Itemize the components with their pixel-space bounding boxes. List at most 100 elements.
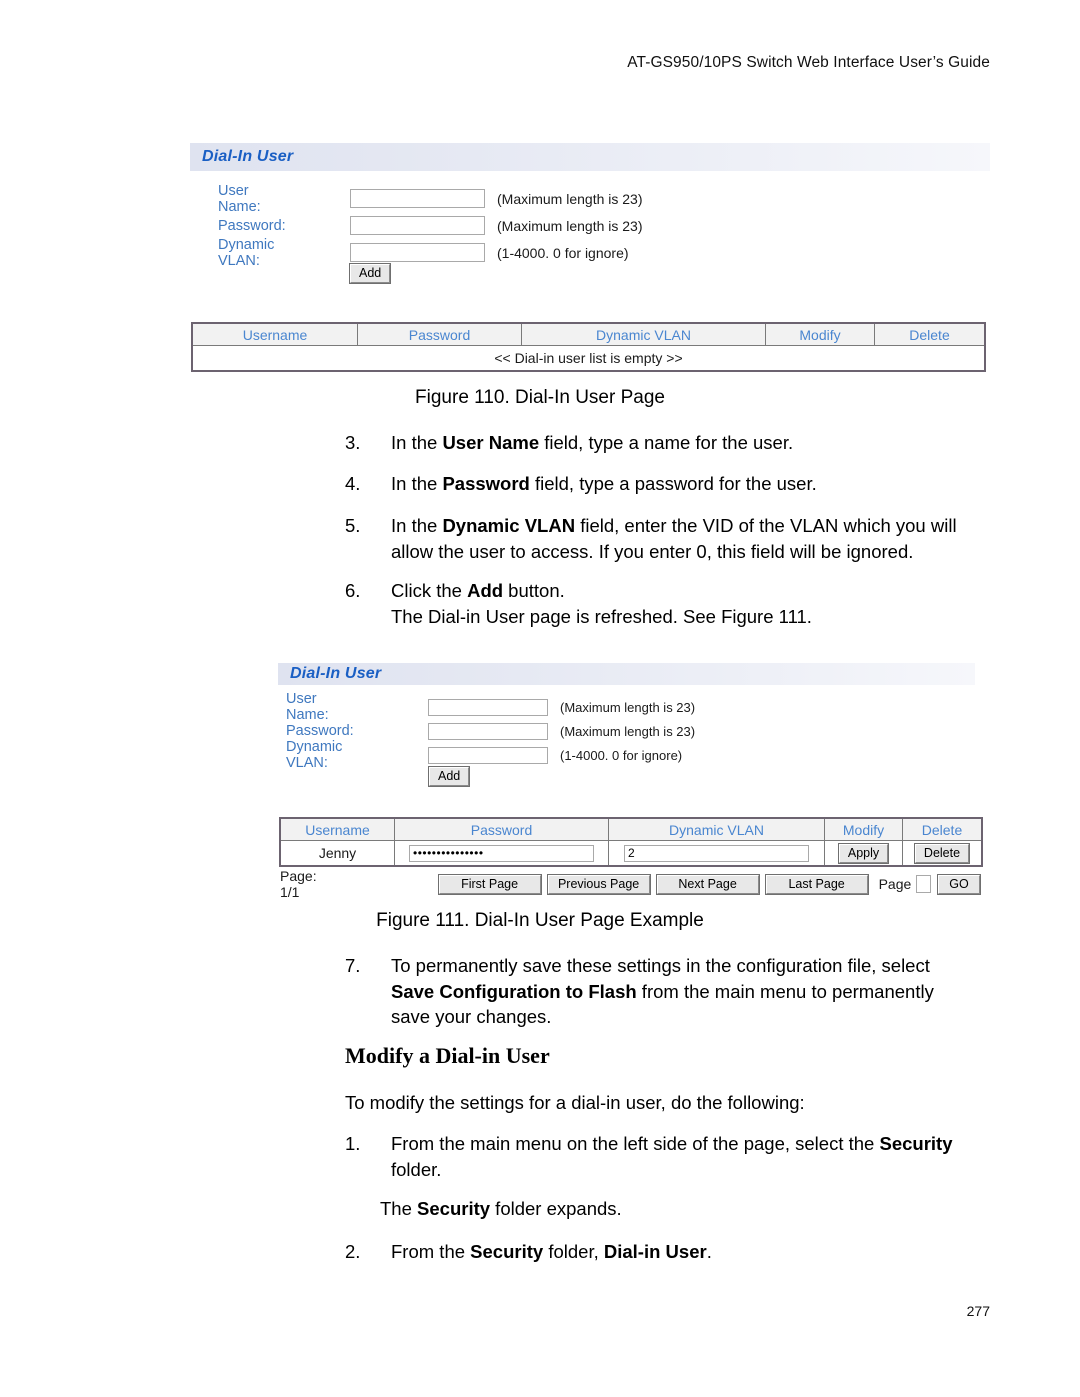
dynamic-vlan-input[interactable] (350, 243, 485, 262)
form-row-password: Password: (Maximum length is 23) (286, 722, 696, 740)
pagination-bar: Page: 1/1 First Page Previous Page Next … (280, 868, 981, 900)
step-5-a: In the (391, 515, 443, 536)
step-5: 5. In the Dynamic VLAN field, enter the … (345, 513, 1010, 564)
running-header: AT-GS950/10PS Switch Web Interface User’… (627, 54, 990, 71)
result-bold: Security (417, 1198, 491, 1219)
modify-step-2-bold1: Security (470, 1241, 544, 1262)
col-delete: Delete (874, 322, 986, 346)
apply-button[interactable]: Apply (837, 842, 890, 864)
dial-in-user-panel-110: Dial-In User User Name: (Maximum length … (190, 143, 990, 284)
result-c: folder expands. (490, 1198, 622, 1219)
modify-step-2-text: From the Security folder, Dial-in User. (391, 1239, 1010, 1265)
step-6-number: 6. (345, 580, 361, 601)
table-header-row: Username Password Dynamic VLAN Modify De… (279, 817, 983, 841)
figure-111-caption: Figure 111. Dial-In User Page Example (376, 910, 704, 931)
modify-step-2-number: 2. (345, 1241, 361, 1262)
figure-110-caption: Figure 110. Dial-In User Page (415, 387, 665, 408)
step-5-text: In the Dynamic VLAN field, enter the VID… (391, 513, 1010, 564)
user-name-hint: (Maximum length is 23) (497, 190, 643, 207)
add-button-row: Add (427, 766, 471, 787)
step-3-c: field, type a name for the user. (539, 432, 794, 453)
step-4-text: In the Password field, type a password f… (391, 471, 1005, 497)
first-page-button[interactable]: First Page (437, 873, 542, 895)
dial-in-user-form: User Name: (Maximum length is 23) Passwo… (278, 685, 975, 787)
password-cell-input[interactable]: ••••••••••••••• (409, 844, 594, 862)
dynamic-vlan-hint: (1-4000. 0 for ignore) (560, 747, 683, 763)
modify-step-1: 1. From the main menu on the left side o… (345, 1131, 1010, 1182)
page-status: Page: 1/1 (280, 868, 317, 900)
previous-page-button[interactable]: Previous Page (546, 873, 651, 895)
step-5-bold: Dynamic VLAN (442, 515, 576, 536)
user-name-input[interactable] (350, 189, 485, 208)
table-header-row: Username Password Dynamic VLAN Modify De… (191, 322, 986, 346)
step-7-a: To permanently save these settings in th… (391, 955, 930, 976)
col-username: Username (279, 817, 395, 841)
page-jump-input[interactable] (916, 875, 931, 893)
form-row-username: User Name: (Maximum length is 23) (218, 182, 643, 215)
empty-list-message: << Dial-in user list is empty >> (191, 345, 986, 372)
step-5-line2: allow the user to access. If you enter 0… (391, 540, 914, 562)
step-3-number: 3. (345, 432, 361, 453)
modify-step-2-a: From the (391, 1241, 471, 1262)
step-7-text: To permanently save these settings in th… (391, 953, 1015, 1030)
section-heading-modify: Modify a Dial-in User (345, 1043, 550, 1068)
col-password: Password (394, 817, 609, 841)
step-3: 3. In the User Name field, type a name f… (345, 430, 1005, 456)
dial-in-user-form: User Name: (Maximum length is 23) Passwo… (190, 171, 990, 284)
step-3-bold: User Name (442, 432, 540, 453)
step-5-number: 5. (345, 515, 361, 536)
step-4-a: In the (391, 473, 443, 494)
form-row-password: Password: (Maximum length is 23) (218, 216, 643, 235)
modify-step-1-a: From the main menu on the left side of t… (391, 1133, 880, 1154)
user-name-input[interactable] (428, 698, 548, 716)
modify-step-1-text: From the main menu on the left side of t… (391, 1131, 1010, 1182)
add-button[interactable]: Add (348, 263, 392, 284)
next-page-button[interactable]: Next Page (655, 873, 760, 895)
step-6-bold: Add (467, 580, 504, 601)
user-name-hint: (Maximum length is 23) (560, 699, 696, 715)
page-number: 277 (966, 1303, 990, 1319)
step-7-bold: Save Configuration to Flash (391, 980, 637, 1002)
cell-delete: Delete (902, 840, 983, 867)
go-button[interactable]: GO (937, 873, 981, 895)
password-hint: (Maximum length is 23) (560, 723, 696, 739)
password-input[interactable] (350, 216, 485, 235)
cell-modify: Apply (824, 840, 903, 867)
dynamic-vlan-input[interactable] (428, 746, 548, 764)
panel-title: Dial-In User (290, 665, 382, 682)
modify-step-1-line2: folder. (391, 1158, 442, 1180)
add-button[interactable]: Add (427, 766, 471, 787)
modify-step-1-result: The Security folder expands. (380, 1196, 1000, 1221)
col-modify: Modify (824, 817, 903, 841)
dial-in-user-panel-111: Dial-In User User Name: (Maximum length … (278, 663, 975, 787)
col-password: Password (357, 322, 522, 346)
modify-step-2-bold2: Dial-in User (603, 1241, 707, 1262)
cell-password: ••••••••••••••• (394, 840, 609, 867)
col-dynamic-vlan: Dynamic VLAN (521, 322, 766, 346)
panel-title: Dial-In User (202, 148, 294, 165)
step-4-c: field, type a password for the user. (529, 473, 817, 494)
step-5-c: field, enter the VID of the VLAN which y… (575, 515, 957, 536)
password-hint: (Maximum length is 23) (497, 217, 643, 234)
modify-step-2-c: folder, (543, 1241, 604, 1262)
step-7-line2: Save Configuration to Flash from the mai… (391, 979, 1015, 1005)
col-username: Username (191, 322, 358, 346)
delete-button[interactable]: Delete (913, 842, 971, 864)
step-4-bold: Password (442, 473, 530, 494)
step-6-line2: The Dial-in User page is refreshed. See … (391, 605, 812, 627)
step-3-text: In the User Name field, type a name for … (391, 430, 1005, 456)
add-button-row: Add (348, 263, 392, 284)
step-7-c: from the main menu to permanently (636, 980, 934, 1002)
step-6-text: Click the Add button. The Dial-in User p… (391, 578, 1010, 629)
form-row-username: User Name: (Maximum length is 23) (286, 691, 696, 723)
result-a: The (380, 1198, 418, 1219)
last-page-button[interactable]: Last Page (764, 873, 869, 895)
modify-step-2: 2. From the Security folder, Dial-in Use… (345, 1239, 1010, 1265)
password-input[interactable] (428, 722, 548, 740)
step-4-number: 4. (345, 473, 361, 494)
dynamic-vlan-cell-input[interactable]: 2 (624, 844, 809, 862)
step-7-number: 7. (345, 955, 361, 976)
form-row-dynamic-vlan: Dynamic VLAN: (1-4000. 0 for ignore) (218, 236, 629, 269)
step-3-a: In the (391, 432, 443, 453)
col-delete: Delete (902, 817, 983, 841)
